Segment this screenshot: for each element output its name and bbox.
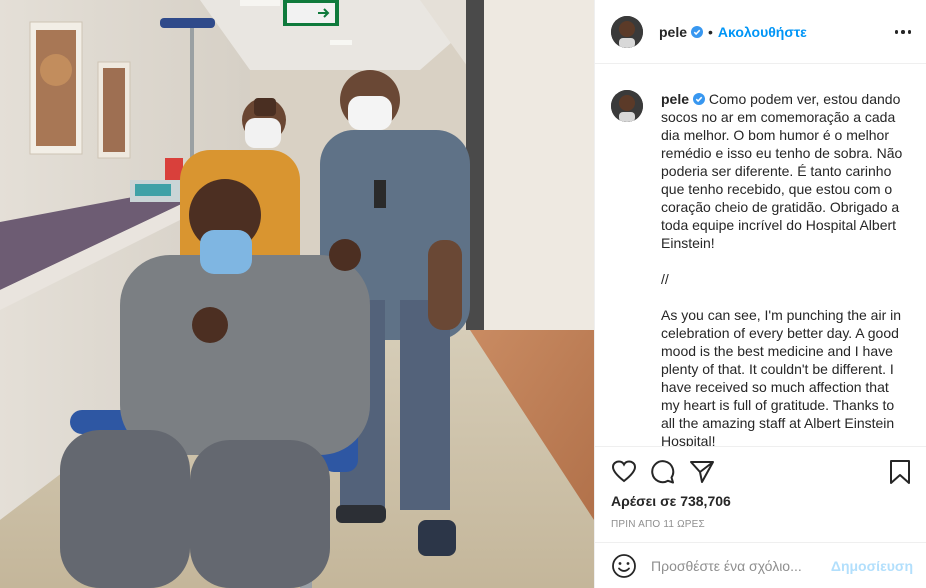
- emoji-icon[interactable]: [611, 553, 637, 579]
- post-image: [0, 0, 594, 588]
- bookmark-icon[interactable]: [887, 459, 913, 485]
- action-icons: [611, 459, 911, 485]
- verified-badge-icon: [693, 93, 706, 105]
- likes-count[interactable]: Αρέσει σε 738,706: [611, 493, 731, 509]
- post-comment-button[interactable]: Δημοσίευση: [831, 558, 913, 574]
- post-caption: pele Como podem ver, estou dando socos n…: [611, 90, 911, 446]
- avatar[interactable]: [611, 15, 643, 48]
- header-separator: •: [708, 23, 713, 40]
- share-icon[interactable]: [689, 459, 715, 485]
- caption-english: As you can see, I'm punching the air in …: [661, 307, 902, 446]
- post-actions: Αρέσει σε 738,706 ΠΡΙΝ ΑΠΟ 11 ΩΡΕΣ: [595, 446, 926, 542]
- more-options-icon[interactable]: [891, 22, 915, 42]
- post-time[interactable]: ΠΡΙΝ ΑΠΟ 11 ΩΡΕΣ: [611, 519, 705, 530]
- comment-form: Δημοσίευση: [595, 542, 926, 588]
- verified-badge-icon: [691, 25, 704, 38]
- post-photo[interactable]: [0, 0, 594, 588]
- caption-text: pele Como podem ver, estou dando socos n…: [661, 90, 905, 446]
- caption-avatar[interactable]: [611, 90, 643, 122]
- follow-button[interactable]: Ακολουθήστε: [718, 24, 807, 40]
- header-username[interactable]: pele: [659, 24, 687, 40]
- caption-portuguese: Como podem ver, estou dando socos no ar …: [661, 91, 903, 251]
- caption-divider: //: [661, 271, 669, 287]
- post-sidebar: pele • Ακολουθήστε pele Como podem ver, …: [594, 0, 926, 588]
- heart-icon[interactable]: [611, 459, 637, 485]
- post-header: pele • Ακολουθήστε: [595, 0, 926, 64]
- comment-input[interactable]: [651, 557, 851, 574]
- caption-username[interactable]: pele: [661, 91, 689, 107]
- comment-icon[interactable]: [649, 459, 675, 485]
- comments-section: pele Como podem ver, estou dando socos n…: [595, 64, 926, 446]
